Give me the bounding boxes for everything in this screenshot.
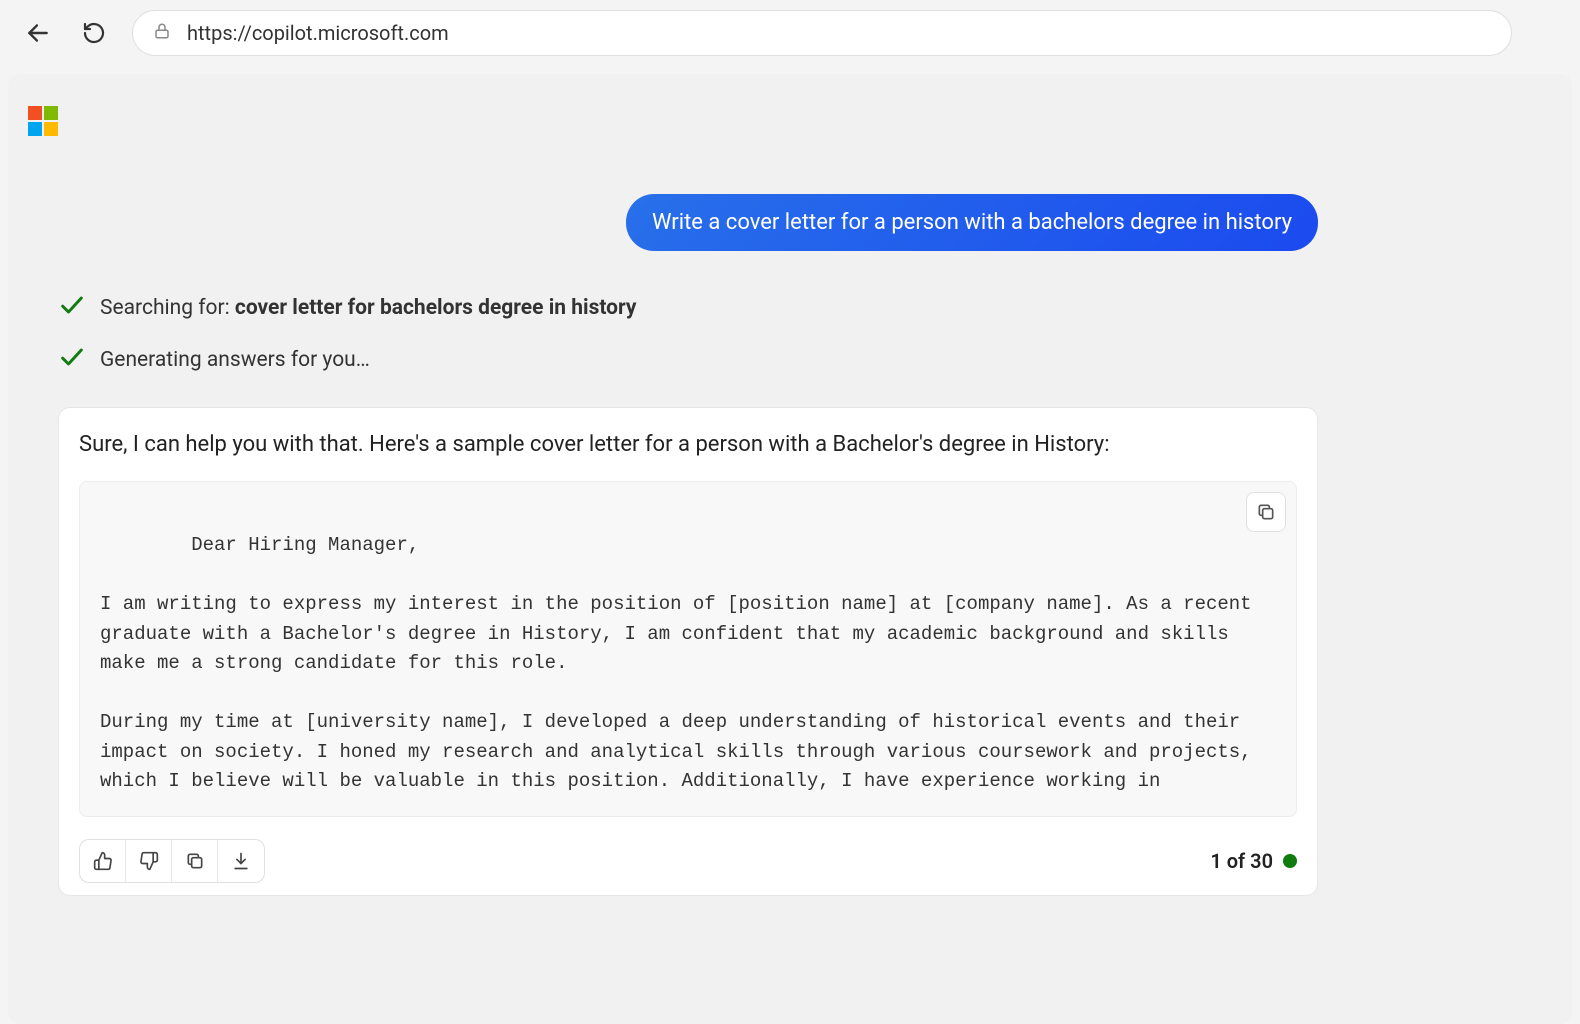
assistant-response-card: Sure, I can help you with that. Here's a… <box>58 407 1318 896</box>
chat-area: Write a cover letter for a person with a… <box>8 94 1368 916</box>
response-footer: 1 of 30 <box>79 839 1297 883</box>
check-icon <box>58 291 86 325</box>
pager-text: 1 of 30 <box>1210 849 1273 873</box>
back-button[interactable] <box>20 15 56 51</box>
copy-code-button[interactable] <box>1246 492 1286 532</box>
cover-letter-block: Dear Hiring Manager, I am writing to exp… <box>79 481 1297 817</box>
cover-letter-body: Dear Hiring Manager, I am writing to exp… <box>100 534 1263 792</box>
status-searching: Searching for: cover letter for bachelor… <box>58 291 1318 325</box>
microsoft-logo[interactable] <box>28 106 58 136</box>
user-message-row: Write a cover letter for a person with a… <box>58 194 1318 251</box>
thumbs-down-button[interactable] <box>126 840 172 882</box>
lock-icon <box>153 21 171 45</box>
response-pager: 1 of 30 <box>1210 849 1297 873</box>
page-content: Write a cover letter for a person with a… <box>8 74 1572 1024</box>
status-searching-text: Searching for: cover letter for bachelor… <box>100 296 636 320</box>
response-actions <box>79 839 265 883</box>
check-icon <box>58 343 86 377</box>
user-message-bubble: Write a cover letter for a person with a… <box>626 194 1318 251</box>
export-button[interactable] <box>218 840 264 882</box>
status-dot-icon <box>1283 854 1297 868</box>
address-bar[interactable]: https://copilot.microsoft.com <box>132 10 1512 56</box>
thumbs-up-button[interactable] <box>80 840 126 882</box>
refresh-button[interactable] <box>76 15 112 51</box>
url-text: https://copilot.microsoft.com <box>187 21 449 45</box>
browser-toolbar: https://copilot.microsoft.com <box>0 0 1580 66</box>
copy-response-button[interactable] <box>172 840 218 882</box>
response-intro-text: Sure, I can help you with that. Here's a… <box>79 428 1297 461</box>
status-generating: Generating answers for you… <box>58 343 1318 377</box>
status-generating-text: Generating answers for you… <box>100 348 370 372</box>
